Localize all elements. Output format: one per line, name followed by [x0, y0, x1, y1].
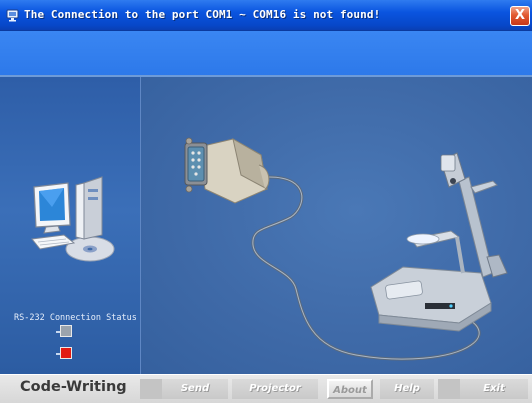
- send-button[interactable]: Send: [162, 379, 228, 399]
- title-bar[interactable]: The Connection to the port COM1 ~ COM16 …: [0, 0, 532, 31]
- connection-illustration: [141, 77, 532, 374]
- bottom-toolbar: Code-Writing Send Projector About Help E…: [0, 374, 532, 403]
- left-panel: RS-232 Connection Status: [0, 77, 141, 374]
- close-button[interactable]: X: [510, 6, 530, 26]
- serial-connector-icon: [184, 137, 270, 204]
- status-led-grey: [60, 325, 72, 337]
- brand-label: Code-Writing: [20, 379, 127, 395]
- help-button[interactable]: Help: [380, 379, 434, 399]
- document-camera-icon: [370, 152, 508, 332]
- toolbar-separator: [438, 379, 460, 399]
- about-button[interactable]: About: [327, 379, 373, 399]
- app-window: The Connection to the port COM1 ~ COM16 …: [0, 0, 532, 403]
- window-title: The Connection to the port COM1 ~ COM16 …: [24, 8, 381, 21]
- projector-button[interactable]: Projector: [232, 379, 318, 399]
- app-icon: [6, 9, 19, 22]
- header-banner: [0, 31, 532, 75]
- serial-cable: [251, 175, 481, 361]
- toolbar-separator: [140, 379, 162, 399]
- exit-button[interactable]: Exit: [460, 379, 528, 399]
- desktop-computer-icon: [31, 176, 115, 262]
- status-led-red: [60, 347, 72, 359]
- rs232-status-label: RS-232 Connection Status: [14, 313, 137, 323]
